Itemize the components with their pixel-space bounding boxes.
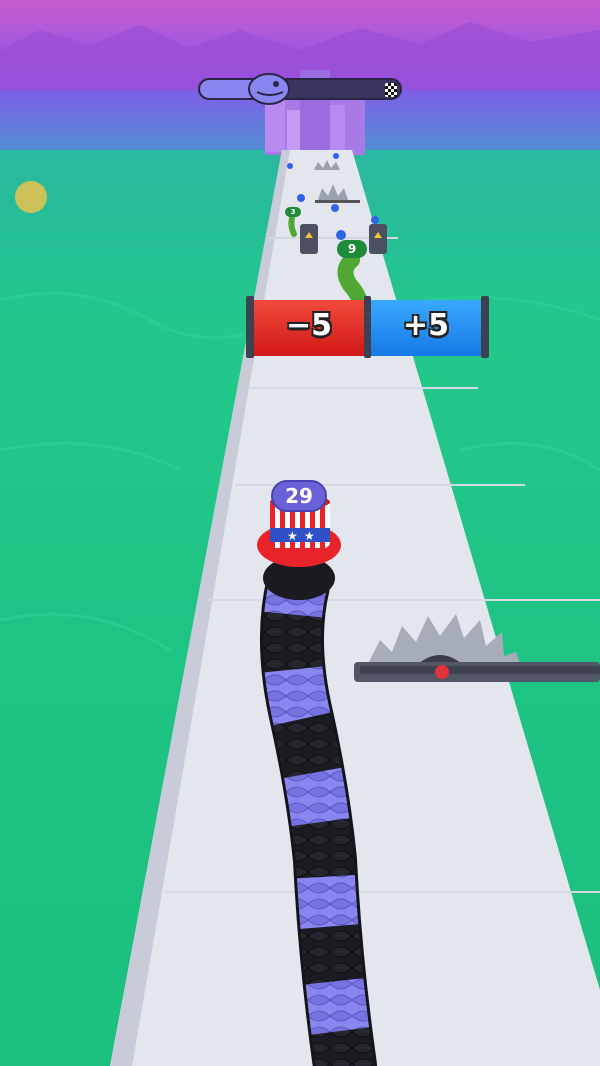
snake-head-icon <box>248 73 291 105</box>
finish-flag-icon <box>385 83 397 97</box>
svg-text:★: ★ <box>304 529 315 543</box>
enemy-snake-far <box>288 215 297 237</box>
barrel-left <box>300 224 318 254</box>
level-progress-bar <box>198 73 402 105</box>
game-scene: ★ ★ <box>0 0 600 1066</box>
progress-track <box>198 78 402 100</box>
enemy-count-badge: 9 <box>337 240 367 258</box>
enemy-far-count-badge: 3 <box>285 207 301 217</box>
gate-plus-label: +5 <box>402 308 449 343</box>
gate-minus-label: −5 <box>285 308 332 343</box>
barrel-right <box>369 224 387 254</box>
svg-text:★: ★ <box>287 529 298 543</box>
player-length-badge: 29 <box>271 480 327 512</box>
coin-pile-icon <box>15 181 47 213</box>
